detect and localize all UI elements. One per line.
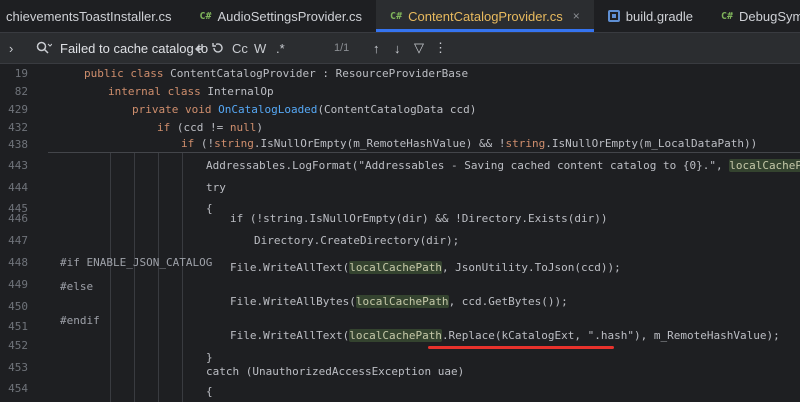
code-line-429: private void OnCatalogLoaded(ContentCata… [132,103,477,116]
tab-debug-symbol-level[interactable]: C# DebugSymbolLevel.cs [707,0,800,32]
line-number: 450 [8,300,28,313]
line-number: 429 [8,103,28,116]
code-line-444: try [206,181,226,194]
code-line-452: #endif [60,314,100,327]
line-number: 432 [8,121,28,134]
line-number: 443 [8,159,28,172]
line-number: 453 [8,361,28,374]
find-bar: › Failed to cache catalog to Cc W .* 1/1… [0,33,800,64]
gradle-file-icon [607,10,620,22]
tab-build-gradle[interactable]: build.gradle [594,0,707,32]
regex-toggle[interactable]: .* [276,33,285,63]
line-number: 454 [8,382,28,395]
line-number: 452 [8,339,28,352]
code-editor[interactable]: public class ContentCatalogProvider : Re… [48,64,800,402]
highlighted-usage: localCachePath [349,329,442,342]
line-number: 449 [8,278,28,291]
expand-replace-chevron-icon[interactable]: › [9,33,13,63]
csharp-file-icon: C# [199,10,212,22]
tab-label: build.gradle [625,8,693,24]
new-line-icon[interactable] [193,33,205,63]
sticky-scroll-header: public class ContentCatalogProvider : Re… [48,64,800,153]
match-count: 1/1 [334,42,350,54]
tab-audio-settings-provider[interactable]: C# AudioSettingsProvider.cs [185,0,376,32]
line-number: 451 [8,320,28,333]
line-number: 19 [14,67,28,80]
code-line-453: File.WriteAllText(localCachePath.Replace… [230,329,780,342]
tab-achievements-toast-installer[interactable]: chievementsToastInstaller.cs [0,0,185,32]
csharp-file-icon: C# [720,10,734,22]
code-line-456: { [206,385,213,398]
tab-content-catalog-provider[interactable]: C# ContentCatalogProvider.cs × [376,0,594,32]
highlighted-usage: localCachePath [729,159,800,172]
tab-label: DebugSymbolLevel.cs [739,8,800,24]
editor-tab-bar: chievementsToastInstaller.cs C# AudioSet… [0,0,800,33]
filter-icon[interactable]: ▽ [414,33,424,63]
next-occurrence-icon[interactable]: ↓ [394,33,401,63]
line-number: 447 [8,234,28,247]
match-case-toggle[interactable]: Cc [232,33,248,63]
code-line-446: if (!string.IsNullOrEmpty(dir) && !Direc… [230,212,608,225]
line-number: 444 [8,181,28,194]
replace-history-icon[interactable] [211,33,225,63]
code-line-438: if (!string.IsNullOrEmpty(m_RemoteHashVa… [181,137,758,150]
code-line-447: Directory.CreateDirectory(dir); [254,234,460,247]
line-number: 448 [8,256,28,269]
search-input[interactable]: Failed to cache catalog to [60,33,208,63]
line-number-gutter: 19 82 429 432 438 443 444 445 446 447 44… [0,64,48,402]
code-line-451: File.WriteAllBytes(localCachePath, ccd.G… [230,295,568,308]
annotation-underline [428,346,614,349]
tab-label: AudioSettingsProvider.cs [217,8,363,24]
previous-occurrence-icon[interactable]: ↑ [373,33,380,63]
code-line-19: public class ContentCatalogProvider : Re… [84,67,469,80]
tab-label: chievementsToastInstaller.cs [6,8,172,24]
code-line-449: File.WriteAllText(localCachePath, JsonUt… [230,261,621,274]
tab-label: ContentCatalogProvider.cs [408,8,563,24]
more-options-icon[interactable]: ⋮ [434,33,447,63]
whole-words-toggle[interactable]: W [254,33,266,63]
line-number: 438 [8,138,28,151]
code-line-445: { [206,202,213,215]
line-number: 446 [8,212,28,225]
line-number: 82 [14,85,28,98]
code-line-448: #if ENABLE_JSON_CATALOG [60,256,213,269]
code-line-443: Addressables.LogFormat("Addressables - S… [206,156,800,176]
code-line-455: catch (UnauthorizedAccessException uae) [206,365,465,378]
csharp-file-icon: C# [390,10,403,22]
search-icon [36,33,52,63]
highlighted-usage: localCachePath [355,295,449,308]
highlighted-usage: localCachePath [349,261,442,274]
close-tab-icon[interactable]: × [573,9,580,23]
code-line-82: internal class InternalOp [108,85,274,98]
code-line-450: #else [60,280,94,293]
